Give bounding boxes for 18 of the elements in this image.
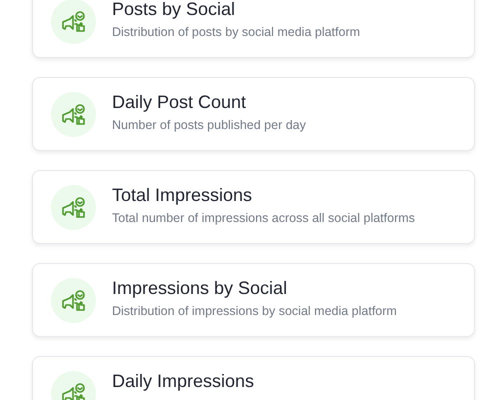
marketing-icon	[51, 278, 96, 323]
card-description: Distribution of impressions by social media platform	[112, 304, 397, 318]
report-card[interactable]: Total Impressions Total number of impressions across all social platforms	[32, 170, 475, 244]
marketing-icon	[51, 0, 96, 44]
card-title: Total Impressions	[112, 185, 254, 206]
card-description: Distribution of posts by social media platform	[112, 24, 360, 39]
card-description: Total number of impressions across all social platforms	[112, 210, 415, 225]
marketing-icon	[51, 92, 96, 137]
card-description: Number of posts published per day	[112, 118, 306, 132]
card-title: Daily Impressions	[112, 371, 254, 392]
card-title: Posts by Social	[112, 0, 236, 20]
marketing-icon	[51, 185, 96, 230]
card-title: Daily Post Count	[112, 92, 248, 113]
report-card[interactable]: Impressions by Social Distribution of impressions by social media platform	[32, 263, 475, 337]
report-card[interactable]: Daily Post Count Number of posts published per day	[32, 77, 475, 151]
report-card[interactable]: Posts by Social Distribution of posts by social media platform	[32, 0, 475, 58]
card-title: Impressions by Social	[112, 278, 288, 299]
report-card[interactable]: Daily Impressions	[32, 356, 475, 400]
